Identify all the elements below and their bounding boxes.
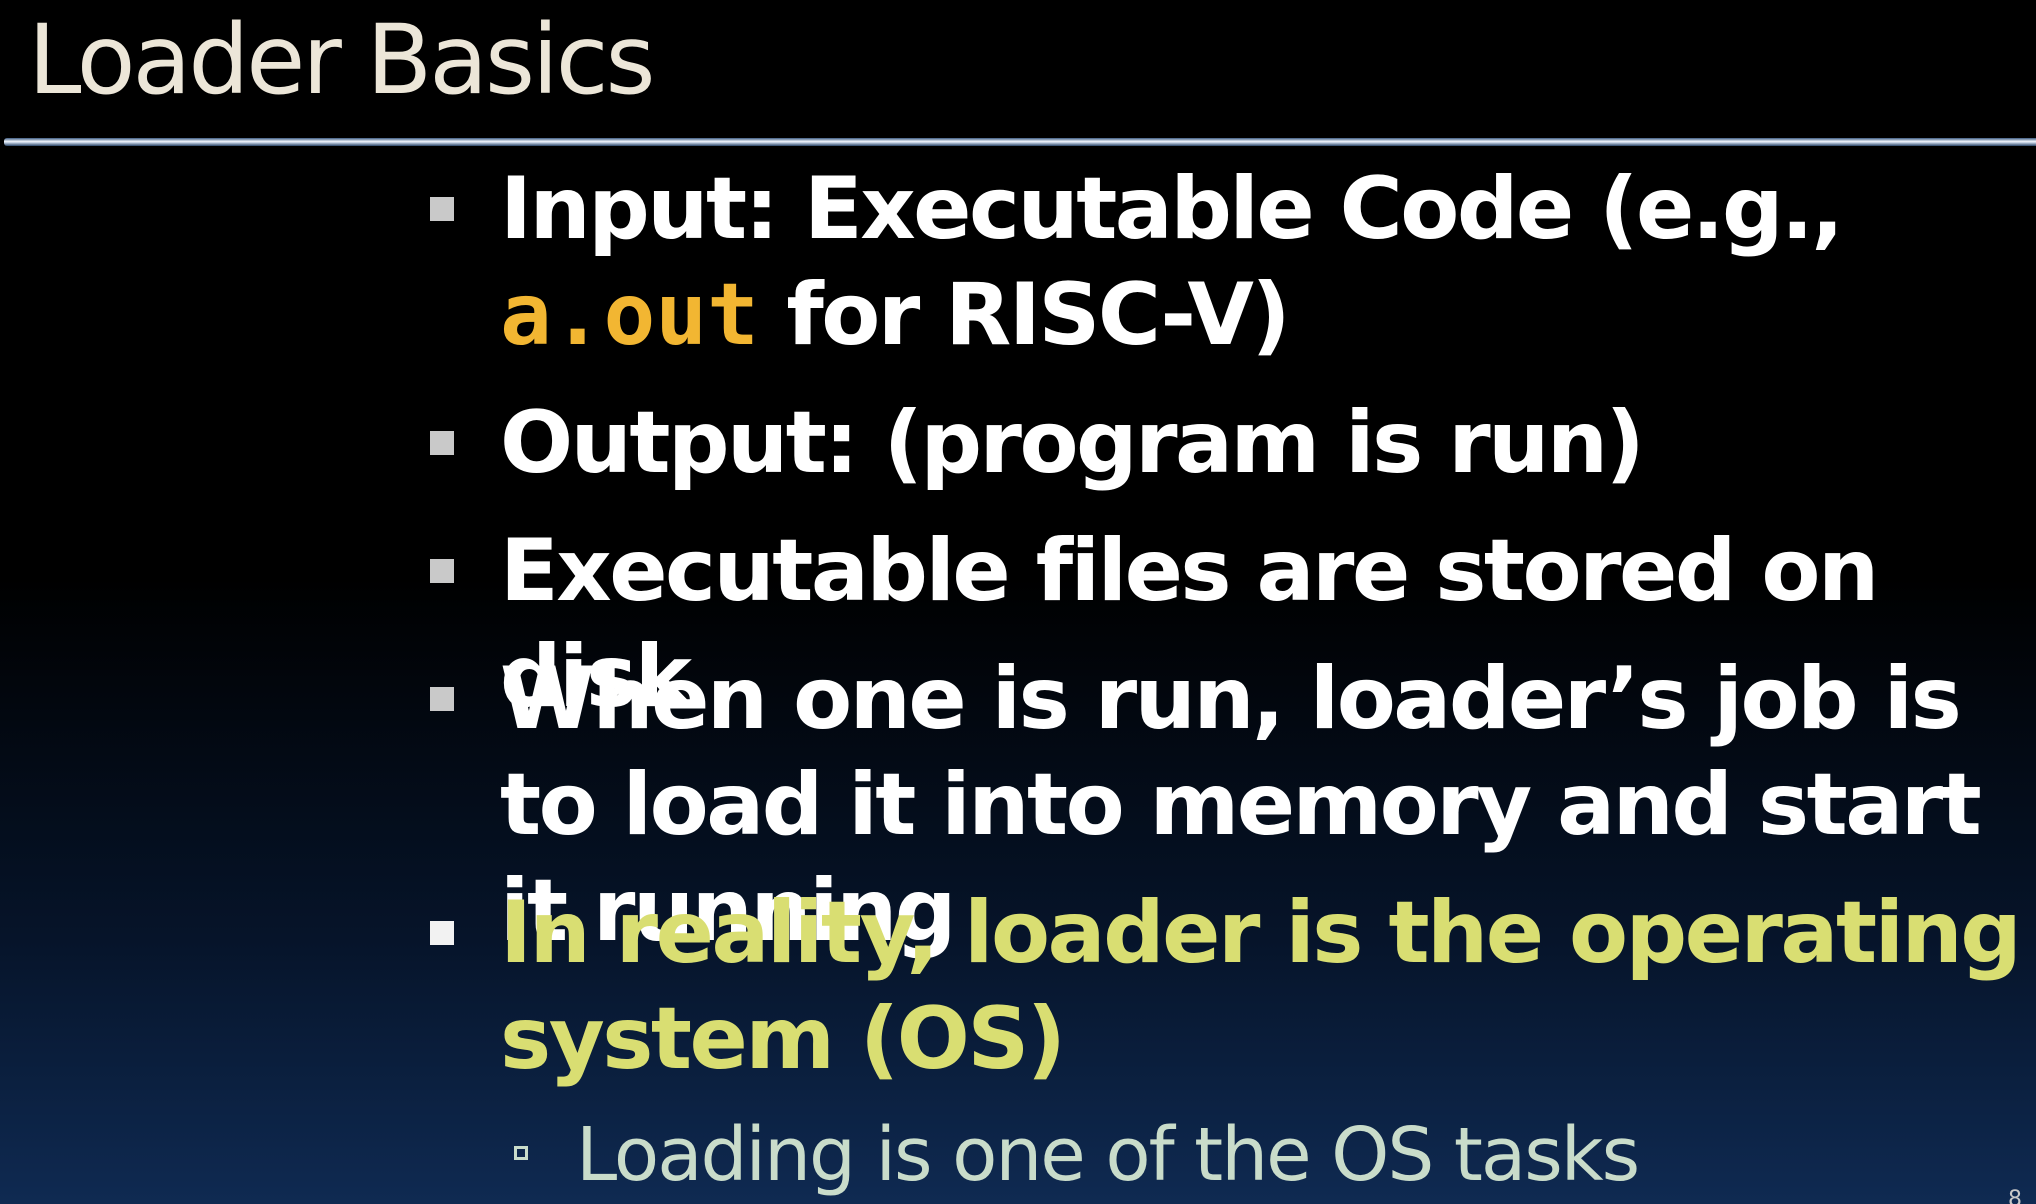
bullet-input: Input: Executable Code (e.g., a.out for …: [430, 156, 2036, 368]
bullet-marker-icon: [430, 197, 454, 221]
bullet-marker-icon: [430, 431, 454, 455]
sub-bullet-os-tasks-text: Loading is one of the OS tasks: [576, 1112, 1640, 1198]
bullet-marker-icon: [430, 687, 454, 711]
bullet-output-text: Output: (program is run): [500, 393, 1645, 493]
hollow-square-marker-icon: [514, 1146, 528, 1160]
code-a-out: a.out: [500, 265, 759, 365]
slide: Loader Basics Input: Executable Code (e.…: [0, 0, 2036, 1204]
bullet-marker-icon: [430, 559, 454, 583]
bullet-os: In reality, loader is the operating syst…: [430, 880, 2036, 1092]
sub-bullet-os-tasks: Loading is one of the OS tasks: [514, 1110, 1640, 1200]
bullet-input-text-before: Input: Executable Code (e.g.,: [500, 159, 1844, 259]
bullet-output: Output: (program is run): [430, 390, 2036, 496]
bullet-marker-icon: [430, 921, 454, 945]
bullet-os-text: In reality, loader is the operating syst…: [500, 883, 2022, 1089]
page-number: 8: [2008, 1187, 2022, 1204]
bullet-list: Input: Executable Code (e.g., a.out for …: [0, 0, 2036, 1204]
bullet-input-text-after: for RISC-V): [758, 265, 1290, 365]
